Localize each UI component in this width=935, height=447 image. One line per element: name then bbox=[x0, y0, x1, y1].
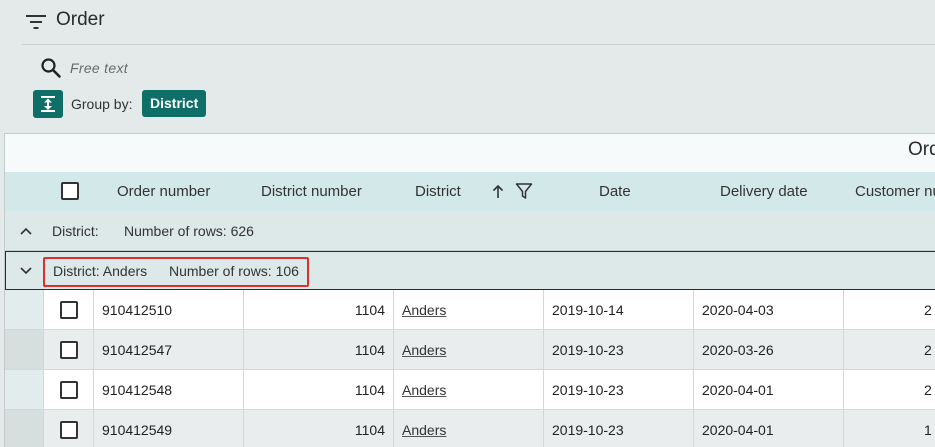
cell-district: Anders bbox=[394, 330, 544, 370]
group-row-count: Number of rows: 106 bbox=[169, 263, 299, 279]
cell-district-number: 1104 bbox=[244, 410, 394, 447]
grid-title: Ord bbox=[908, 139, 935, 160]
row-checkbox[interactable] bbox=[60, 301, 78, 319]
filter-list-icon[interactable] bbox=[26, 14, 46, 30]
column-header-district-number[interactable]: District number bbox=[261, 172, 362, 211]
cell-district: Anders bbox=[394, 290, 544, 330]
page-title: Order bbox=[56, 9, 105, 30]
cell-date: 2019-10-23 bbox=[544, 370, 694, 410]
chevron-up-icon[interactable] bbox=[19, 224, 33, 238]
chevron-down-icon[interactable] bbox=[19, 264, 33, 278]
group-row[interactable]: District: Number of rows: 626 bbox=[5, 211, 935, 251]
sort-ascending-icon[interactable] bbox=[491, 183, 505, 199]
cell-date: 2019-10-23 bbox=[544, 410, 694, 447]
cell-district-number: 1104 bbox=[244, 330, 394, 370]
group-row-anders[interactable]: District: Anders Number of rows: 106 bbox=[5, 251, 935, 290]
cell-customer-number: 2 bbox=[844, 290, 935, 330]
column-header-delivery-date[interactable]: Delivery date bbox=[720, 172, 808, 211]
group-row-count: Number of rows: 626 bbox=[124, 223, 254, 239]
cell-delivery-date: 2020-04-01 bbox=[694, 410, 844, 447]
column-header-customer-number[interactable]: Customer nu bbox=[855, 172, 935, 211]
row-select-cell bbox=[44, 330, 94, 370]
cell-district-number: 1104 bbox=[244, 290, 394, 330]
row-stub bbox=[5, 410, 44, 447]
top-bar: Order bbox=[0, 0, 935, 44]
filter-icon[interactable] bbox=[515, 182, 533, 200]
column-header-date[interactable]: Date bbox=[599, 172, 631, 211]
cell-order-number: 910412548 bbox=[94, 370, 244, 410]
cell-date: 2019-10-14 bbox=[544, 290, 694, 330]
row-checkbox[interactable] bbox=[60, 341, 78, 359]
cell-customer-number: 2 bbox=[844, 370, 935, 410]
cell-order-number: 910412547 bbox=[94, 330, 244, 370]
table-row[interactable]: 910412510 1104 Anders 2019-10-14 2020-04… bbox=[5, 290, 935, 330]
group-by-chip[interactable]: District bbox=[142, 90, 207, 117]
column-header-district[interactable]: District bbox=[415, 172, 461, 211]
cell-date: 2019-10-23 bbox=[544, 330, 694, 370]
group-expand-icon bbox=[41, 96, 55, 112]
district-link[interactable]: Anders bbox=[402, 342, 446, 358]
select-all-checkbox[interactable] bbox=[61, 182, 79, 200]
cell-district: Anders bbox=[394, 370, 544, 410]
group-label: District: bbox=[52, 223, 99, 239]
row-stub bbox=[5, 370, 44, 410]
search-icon[interactable] bbox=[40, 57, 62, 79]
cell-delivery-date: 2020-04-01 bbox=[694, 370, 844, 410]
row-checkbox[interactable] bbox=[60, 381, 78, 399]
row-stub bbox=[5, 290, 44, 330]
row-stub bbox=[5, 330, 44, 370]
district-link[interactable]: Anders bbox=[402, 382, 446, 398]
table-row[interactable]: 910412547 1104 Anders 2019-10-23 2020-03… bbox=[5, 330, 935, 370]
cell-order-number: 910412510 bbox=[94, 290, 244, 330]
cell-customer-number: 2 bbox=[844, 330, 935, 370]
district-link[interactable]: Anders bbox=[402, 302, 446, 318]
group-label: District: Anders bbox=[53, 263, 148, 279]
table-row[interactable]: 910412548 1104 Anders 2019-10-23 2020-04… bbox=[5, 370, 935, 410]
group-by-label: Group by: bbox=[71, 96, 133, 112]
row-select-cell bbox=[44, 410, 94, 447]
table-row[interactable]: 910412549 1104 Anders 2019-10-23 2020-04… bbox=[5, 410, 935, 447]
row-select-cell bbox=[44, 370, 94, 410]
column-header-row: Order number District number District Da… bbox=[5, 172, 935, 211]
cell-district: Anders bbox=[394, 410, 544, 447]
search-input[interactable] bbox=[70, 56, 470, 80]
cell-district-number: 1104 bbox=[244, 370, 394, 410]
cell-customer-number: 1 bbox=[844, 410, 935, 447]
row-select-cell bbox=[44, 290, 94, 330]
district-link[interactable]: Anders bbox=[402, 422, 446, 438]
cell-delivery-date: 2020-04-03 bbox=[694, 290, 844, 330]
cell-order-number: 910412549 bbox=[94, 410, 244, 447]
header-divider bbox=[22, 44, 935, 45]
column-header-order-number[interactable]: Order number bbox=[117, 172, 210, 211]
row-checkbox[interactable] bbox=[60, 421, 78, 439]
group-by-button[interactable] bbox=[33, 90, 63, 118]
order-grid: Ord Order number District number Distric… bbox=[4, 133, 935, 447]
cell-delivery-date: 2020-03-26 bbox=[694, 330, 844, 370]
